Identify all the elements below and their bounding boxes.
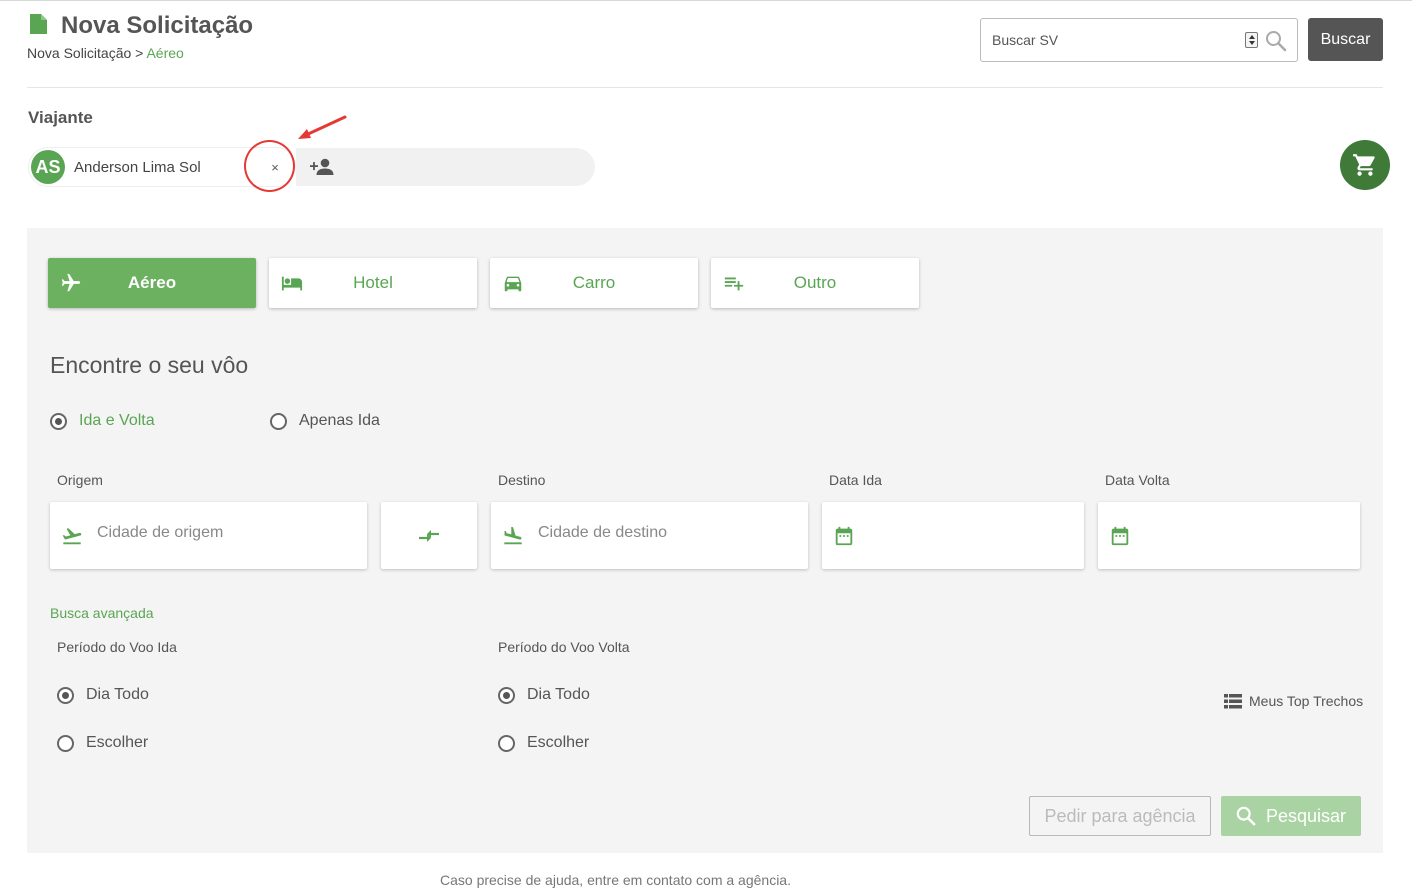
traveler-name: Anderson Lima Sol [74,158,201,176]
flight-land-icon [504,526,522,545]
footer-text: Caso precise de ajuda, entre em contato … [440,872,791,888]
list-icon [1224,693,1242,708]
radio-label: Apenas Ida [299,412,380,429]
radio-period-back-escolher[interactable]: Escolher [498,734,589,752]
search-sv-box [980,18,1298,62]
tab-aereo[interactable]: Aéreo [48,258,256,308]
search-icon [1236,806,1256,826]
radio-label: Ida e Volta [79,412,155,429]
radio-label: Dia Todo [86,686,149,703]
pesquisar-button[interactable]: Pesquisar [1221,796,1361,836]
date-back-field[interactable] [1098,502,1360,569]
radio-apenas-ida[interactable]: Apenas Ida [270,412,380,430]
radio-label: Escolher [86,734,149,751]
page-header: Nova Solicitação [30,12,253,40]
swap-button[interactable] [381,502,477,569]
avatar: AS [31,150,65,184]
radio-dot [57,686,74,704]
radio-label: Escolher [527,734,590,751]
advanced-search-link[interactable]: Busca avançada [50,605,154,621]
date-out-field[interactable] [822,502,1084,569]
flight-search-title: Encontre o seu vôo [50,352,249,378]
search-icon[interactable] [1265,30,1287,52]
pesquisar-label: Pesquisar [1265,805,1347,826]
annotation-arrow-icon [298,115,347,139]
top-border [0,0,1412,1]
period-out-label: Período do Voo Ida [57,639,177,655]
flight-takeoff-icon [62,528,82,545]
top-trechos-label: Meus Top Trechos [1249,693,1364,709]
tab-aereo-label: Aéreo [127,273,177,292]
radio-ida-e-volta[interactable]: Ida e Volta [50,412,155,430]
radio-dot [498,734,515,752]
pedir-agencia-button[interactable]: Pedir para agência [1029,796,1211,836]
destination-input[interactable] [538,524,738,542]
swap-arrows-icon [419,529,439,542]
tab-carro[interactable]: Carro [490,258,698,308]
tab-hotel-label: Hotel [353,273,393,292]
date-back-label: Data Volta [1105,472,1170,488]
radio-dot [498,686,515,704]
add-traveler-field[interactable] [296,148,595,186]
page-title: Nova Solicitação [61,12,254,39]
radio-dot [50,412,67,430]
traveler-chip: AS Anderson Lima Sol × [28,147,296,187]
person-add-icon [310,158,334,175]
traveler-section-label: Viajante [28,108,93,127]
date-out-label: Data Ida [829,472,882,488]
origin-field [50,502,367,569]
tab-outro-label: Outro [793,273,837,292]
buscar-button[interactable]: Buscar [1308,18,1383,61]
breadcrumb-root[interactable]: Nova Solicitação [27,45,131,61]
destination-label: Destino [498,472,546,488]
cart-button[interactable] [1340,140,1390,190]
document-icon [30,14,47,34]
radio-dot [270,412,287,430]
radio-period-out-escolher[interactable]: Escolher [57,734,148,752]
origin-label: Origem [57,472,103,488]
radio-label: Dia Todo [527,686,590,703]
cart-icon [1353,154,1375,176]
period-back-label: Período do Voo Volta [498,639,630,655]
radio-period-back-dia-todo[interactable]: Dia Todo [498,686,590,704]
calendar-icon [835,526,853,546]
destination-field [491,502,808,569]
breadcrumb-separator: > [131,45,147,61]
remove-traveler-button[interactable]: × [266,158,284,176]
search-panel: Aéreo Hotel Carro Outro Encontre o seu v… [27,228,1383,853]
tab-hotel[interactable]: Hotel [269,258,477,308]
top-trechos-link[interactable]: Meus Top Trechos [1224,693,1363,709]
breadcrumb-current: Aéreo [146,45,184,61]
origin-input[interactable] [97,524,297,542]
tab-carro-label: Carro [572,273,616,292]
tab-outro[interactable]: Outro [711,258,919,308]
number-spinner[interactable] [1245,32,1258,48]
search-sv-input[interactable] [992,32,1232,48]
calendar-icon [1111,526,1129,546]
radio-dot [57,734,74,752]
breadcrumb: Nova Solicitação > Aéreo [27,45,184,61]
radio-period-out-dia-todo[interactable]: Dia Todo [57,686,149,704]
header-divider [27,87,1383,88]
